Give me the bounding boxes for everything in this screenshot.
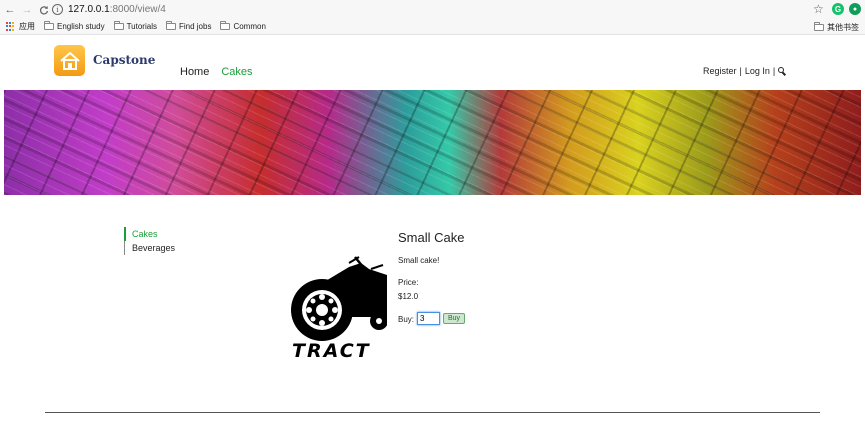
main-nav: Home Cakes [180,66,253,78]
grammarly-extension-icon[interactable]: G [832,3,844,15]
product-image: TRACT [289,255,387,359]
footer-divider [45,412,820,413]
other-bookmarks-label: 其他书签 [827,23,859,32]
sidebar-item-cakes[interactable]: Cakes [123,227,175,241]
bookmark-label: Tutorials [126,22,157,31]
folder-icon [165,21,176,30]
folder-icon [814,22,824,31]
nav-cakes-link[interactable]: Cakes [221,66,252,78]
extension-icon[interactable]: ● [849,3,861,15]
bookmark-find-jobs[interactable]: Find jobs [165,21,212,31]
user-nav: Register | Log In | [703,66,787,76]
quantity-input[interactable] [417,312,440,325]
product-description: Small cake! [398,256,440,265]
product-title: Small Cake [398,230,465,245]
category-sidebar: Cakes Beverages [123,227,175,255]
url-path: :8000/view/4 [109,4,166,15]
apps-grid-icon [6,22,15,31]
separator: | [739,66,742,76]
login-link[interactable]: Log In [745,66,770,76]
search-icon[interactable] [778,66,787,76]
reload-icon[interactable] [37,3,51,17]
hero-banner-image [4,90,861,195]
bookmark-star-icon[interactable]: ☆ [813,2,824,16]
bookmark-common[interactable]: Common [220,21,266,31]
folder-icon [113,21,124,30]
bookmark-english-study[interactable]: English study [44,21,105,31]
buy-button[interactable]: Buy [443,313,465,324]
home-logo-icon[interactable] [54,45,85,76]
back-icon[interactable]: ← [3,3,17,17]
browser-toolbar: ← → i 127.0.0.1:8000/view/4 ☆ G ● [0,0,865,19]
brand-title[interactable]: Capstone [93,53,155,67]
register-link[interactable]: Register [703,66,737,76]
other-bookmarks[interactable]: 其他书签 [814,22,859,33]
product-image-text: TRACT [292,340,371,359]
buy-label: Buy: [398,315,415,324]
bookmark-apps[interactable]: 应用 [0,21,35,32]
bookmarks-bar: 应用 English study Tutorials Find jobs Com… [0,19,865,35]
nav-home-link[interactable]: Home [180,66,209,78]
address-bar[interactable]: i 127.0.0.1:8000/view/4 [52,1,832,18]
bookmark-label: Find jobs [178,22,212,31]
bookmark-label: 应用 [19,22,35,31]
price-value: $12.0 [398,292,419,301]
folder-icon [44,21,54,30]
separator: | [772,66,776,76]
bookmark-tutorials[interactable]: Tutorials [113,21,157,31]
info-icon[interactable]: i [52,4,63,15]
url-host: 127.0.0.1 [68,4,110,15]
folder-icon [220,21,231,30]
bookmark-label: English study [57,22,105,31]
sidebar-item-beverages[interactable]: Beverages [132,241,175,255]
forward-icon[interactable]: → [20,3,34,17]
bookmark-label: Common [233,22,266,31]
price-label: Price: [398,278,419,287]
